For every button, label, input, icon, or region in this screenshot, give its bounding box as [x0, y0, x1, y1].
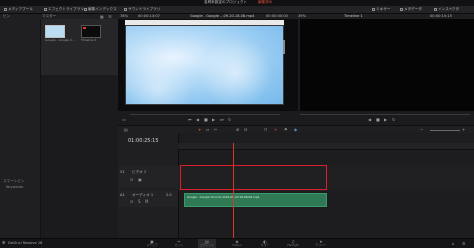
playhead[interactable]	[233, 143, 234, 238]
metadata-button[interactable]: メタデータ	[400, 7, 422, 12]
blade-tool-icon[interactable]: ✂	[214, 127, 217, 132]
media-pool-panel: Google - Google 2... Timeline 1	[41, 19, 118, 75]
audio-track-label[interactable]: オーディオ 1	[132, 193, 153, 198]
zoom-in-icon[interactable]: +	[462, 127, 465, 132]
metadata-icon	[400, 8, 403, 11]
solo-icon[interactable]: S	[138, 199, 141, 204]
video-track-id: V1	[120, 170, 125, 174]
mute-icon[interactable]: M	[145, 199, 148, 204]
stop-icon[interactable]: ■	[204, 117, 208, 122]
audio-clip[interactable]: Google - Google Chrome 2024-09-20 18-08-…	[184, 193, 327, 207]
play-icon[interactable]: ▶	[212, 117, 215, 122]
flag-icon[interactable]: ⚑	[284, 127, 288, 132]
source-scrubber[interactable]	[130, 114, 280, 115]
mixer-label: ミキサー	[376, 7, 391, 11]
audio-track-id: A1	[120, 193, 125, 197]
timeline-thumbnail[interactable]	[81, 25, 101, 38]
keywords-item[interactable]: Keywords	[6, 185, 23, 190]
audio-clip-name: Google - Google Chrome 2024-09-20 18-08-…	[187, 195, 260, 199]
home-icon[interactable]: ⌂	[452, 241, 455, 246]
media-pool-icon	[4, 8, 7, 11]
tl-loop-icon[interactable]: ↻	[392, 117, 395, 122]
timeline-scrubber[interactable]	[300, 114, 470, 115]
selection-tool-icon[interactable]: ➤	[198, 127, 201, 132]
media-pool-button[interactable]: メディアプール	[4, 7, 33, 12]
metadata-label: メタデータ	[404, 7, 422, 11]
resolve-logo-icon: ✲	[2, 240, 6, 245]
audio-lock-icon[interactable]: ⊡	[130, 199, 133, 204]
video-frame	[125, 25, 284, 105]
video-track-label[interactable]: ビデオ 1	[132, 170, 146, 175]
transport-controls: ▭ ⏮ ◀ ■ ▶ ⏭ ↻ ◀ ■ ▶ ↻	[118, 111, 474, 125]
video-track-header: V1 ビデオ 1 ⊡ ▣	[118, 166, 178, 188]
edit-status: 編集済み	[258, 0, 273, 4]
inspector-button[interactable]: インスペクタ	[434, 7, 459, 12]
trim-tool-icon[interactable]: ⇔	[206, 127, 209, 132]
effects-button[interactable]: エフェクトライブラリ	[44, 7, 84, 12]
timeline-marker-icon	[83, 27, 86, 29]
mixer-icon	[372, 8, 375, 11]
link-icon[interactable]: ⚭	[274, 127, 277, 132]
timeline-ruler[interactable]	[178, 143, 474, 150]
skip-forward-icon[interactable]: ⏭	[220, 117, 224, 122]
effects-label: エフェクトライブラリ	[48, 7, 84, 11]
frame-scrollbar[interactable]	[283, 40, 285, 54]
tl-reverse-icon[interactable]: ◀	[368, 117, 371, 122]
snap-icon[interactable]: ⊓	[264, 127, 267, 132]
timeline-viewer[interactable]	[300, 19, 474, 111]
top-toolbar: メディアプール エフェクトライブラリ 編集インデックス サウンドライブラリ ミキ…	[0, 6, 474, 14]
auto-select-icon[interactable]: ▣	[138, 177, 142, 182]
zoom-out-icon[interactable]: −	[420, 127, 423, 132]
clip-thumbnail[interactable]	[45, 25, 65, 38]
reverse-icon[interactable]: ◀	[196, 117, 199, 122]
effects-icon	[44, 8, 47, 11]
music-icon	[124, 8, 127, 11]
settings-icon[interactable]: ⚙	[462, 241, 466, 246]
zoom-slider[interactable]	[430, 130, 460, 131]
edit-index-label: 編集インデックス	[88, 7, 117, 11]
project-title: 名称未設定のプロジェクト	[204, 0, 248, 4]
inspector-label: インスペクタ	[438, 7, 460, 11]
overwrite-icon[interactable]: ⊟	[244, 127, 247, 132]
clip-name: Google - Google 2...	[45, 38, 75, 42]
edit-index-button[interactable]: 編集インデックス	[84, 7, 117, 12]
viewer-options-icon[interactable]: ▭	[122, 117, 126, 122]
timeline-current-timecode: 01:00:25:15	[128, 138, 159, 144]
layout-icon[interactable]: ▤	[124, 127, 128, 132]
marker-icon[interactable]: ◆	[294, 127, 297, 132]
app-name: DaVinci Resolve 18	[8, 241, 43, 245]
audio-track-header: A1 オーディオ 1 2.0 ⊡ S M	[118, 191, 178, 207]
tl-stop-icon[interactable]: ■	[376, 117, 380, 122]
media-pool-label: メディアプール	[8, 7, 33, 11]
sound-library-button[interactable]: サウンドライブラリ	[124, 7, 160, 12]
bin-list: スマートビン Keywords	[0, 19, 41, 240]
inspector-icon	[434, 8, 437, 11]
list-icon	[84, 8, 87, 11]
highlight-box	[180, 165, 327, 190]
sound-library-label: サウンドライブラリ	[128, 7, 161, 11]
timeline-name: Timeline 1	[81, 38, 97, 42]
tl-play-icon[interactable]: ▶	[384, 117, 387, 122]
smart-bins-label: スマートビン	[3, 179, 25, 183]
loop-icon[interactable]: ↻	[228, 117, 231, 122]
skip-back-icon[interactable]: ⏮	[188, 117, 192, 122]
lock-icon[interactable]: ⊡	[130, 177, 133, 182]
insert-icon[interactable]: ⊞	[236, 127, 239, 132]
mixer-button[interactable]: ミキサー	[372, 7, 390, 12]
audio-channel-format: 2.0	[166, 193, 172, 197]
